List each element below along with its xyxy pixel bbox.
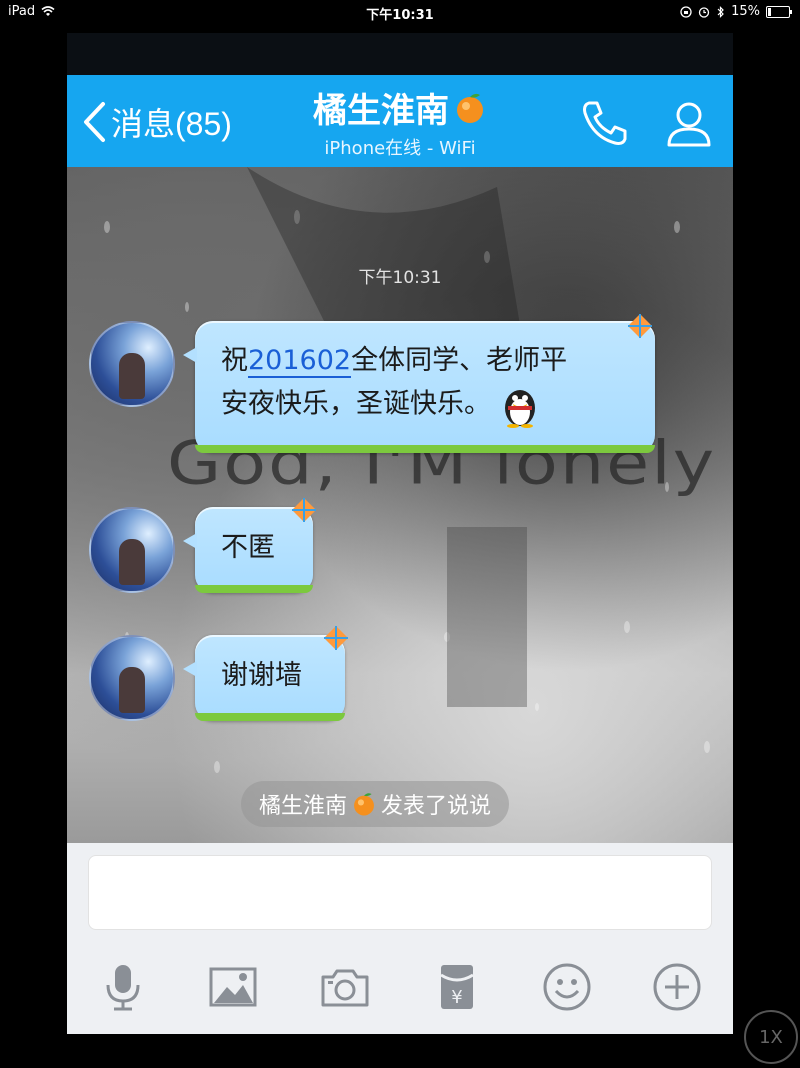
chevron-left-icon	[84, 102, 105, 142]
message-link[interactable]: 201602	[248, 345, 352, 378]
message-timestamp: 下午10:31	[358, 268, 442, 288]
plus-icon[interactable]	[651, 961, 703, 1013]
message-text: 不匿	[221, 532, 275, 563]
kite-decoration-icon	[628, 314, 652, 338]
microphone-icon[interactable]	[97, 961, 149, 1013]
rotation-lock-icon	[680, 5, 692, 18]
profile-icon[interactable]	[663, 97, 715, 149]
status-bar: iPad 下午10:31 15%	[0, 0, 800, 24]
notice-name: 橘生淮南	[259, 794, 348, 819]
chat-title: 橘生淮南	[313, 91, 449, 131]
nav-bar: 消息(85) 橘生淮南 iPhone在线 - WiFi	[67, 75, 733, 167]
orange-emoji-icon	[354, 793, 374, 816]
bluetooth-icon	[717, 5, 724, 18]
kite-decoration-icon	[292, 498, 316, 522]
message-text: 谢谢墙	[221, 660, 302, 691]
sender-avatar[interactable]	[89, 635, 175, 721]
message-bubble[interactable]: 祝201602全体同学、老师平 安夜快乐，圣诞快乐。	[183, 321, 655, 453]
chat-window: 消息(85) 橘生淮南 iPhone在线 - WiFi God, I'M lon…	[67, 33, 733, 1034]
penguin-emoji-icon	[504, 390, 535, 429]
phone-call-icon[interactable]	[579, 97, 631, 149]
sender-avatar[interactable]	[89, 321, 175, 407]
back-label: 消息(85)	[111, 106, 232, 142]
battery-percent: 15%	[731, 4, 760, 19]
orange-emoji-icon	[457, 93, 483, 123]
alarm-icon	[698, 6, 710, 18]
input-bar: ¥	[67, 843, 733, 1034]
red-packet-symbol: ¥	[451, 987, 462, 1008]
app-status-strip	[67, 33, 733, 75]
message-text: 全体同学、老师平	[351, 345, 568, 376]
online-status: iPhone在线 - WiFi	[324, 138, 476, 159]
message-text: 祝	[221, 345, 248, 376]
notice-action: 发表了说说	[381, 794, 492, 819]
sender-avatar[interactable]	[89, 507, 175, 593]
camera-icon[interactable]	[319, 961, 371, 1013]
back-button[interactable]: 消息(85)	[81, 99, 232, 145]
zoom-toggle-button[interactable]: 1X	[744, 1010, 798, 1064]
battery-icon	[766, 5, 792, 18]
status-notice[interactable]: 橘生淮南 发表了说说	[241, 781, 510, 827]
chat-title-block[interactable]: 橘生淮南 iPhone在线 - WiFi	[247, 83, 553, 160]
emoji-icon[interactable]	[541, 961, 593, 1013]
red-packet-icon[interactable]: ¥	[431, 961, 483, 1013]
message-text: 安夜快乐，圣诞快乐。	[221, 388, 491, 420]
image-icon[interactable]	[207, 961, 259, 1013]
input-toolbar: ¥	[67, 957, 733, 1017]
message-input[interactable]	[88, 855, 712, 930]
message-list[interactable]: God, I'M lonely 下午10:31 祝201602全体同学、老师平 …	[67, 167, 733, 843]
kite-decoration-icon	[324, 626, 348, 650]
